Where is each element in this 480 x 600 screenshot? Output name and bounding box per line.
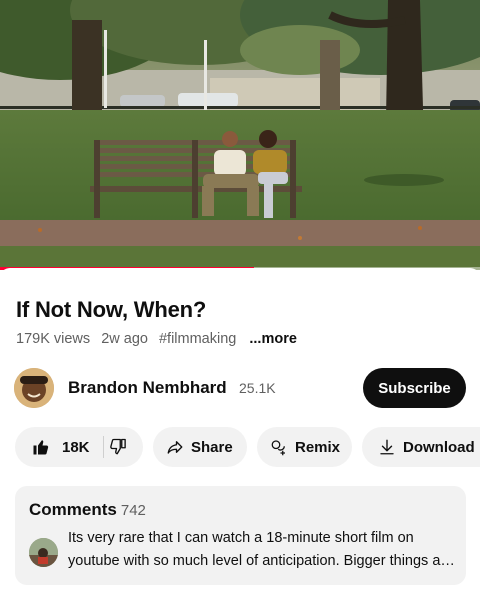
remix-button[interactable]: Remix (257, 427, 352, 467)
channel-row: Brandon Nembhard 25.1K Subscribe (14, 368, 466, 408)
more-button[interactable]: ...more (249, 331, 297, 347)
commenter-avatar (29, 538, 58, 567)
avatar-image (14, 368, 54, 408)
comments-title: Comments (29, 500, 117, 519)
upload-age: 2w ago (101, 331, 148, 347)
top-comment-text: Its very rare that I can watch a 18-minu… (68, 530, 454, 569)
share-button[interactable]: Share (153, 427, 247, 467)
download-label: Download (403, 438, 475, 456)
like-dislike-group: 18K (15, 427, 143, 467)
comments-count: 742 (120, 502, 146, 519)
remix-icon (270, 438, 288, 456)
subscriber-count: 25.1K (239, 380, 276, 396)
hashtag-link[interactable]: #filmmaking (159, 331, 236, 347)
share-label: Share (191, 438, 233, 456)
like-button[interactable]: 18K (15, 427, 102, 467)
dislike-button[interactable] (109, 427, 143, 467)
download-icon (378, 438, 396, 456)
video-title: If Not Now, When? (16, 297, 207, 322)
commenter-avatar-image (29, 538, 58, 567)
remix-label: Remix (295, 438, 341, 456)
video-meta[interactable]: 179K views 2w ago #filmmaking ...more (16, 331, 304, 347)
subscribe-button[interactable]: Subscribe (363, 368, 466, 408)
video-frame (0, 0, 480, 270)
video-player[interactable] (0, 0, 480, 270)
view-count: 179K views (16, 331, 91, 347)
channel-avatar[interactable] (14, 368, 54, 408)
channel-name[interactable]: Brandon Nembhard (68, 378, 227, 398)
comments-heading: Comments 742 (29, 500, 146, 520)
action-bar: 18K Share Remix Download (15, 427, 480, 467)
comments-card[interactable]: Comments 742 Its very rare that I can wat… (15, 486, 466, 585)
thumbs-down-icon (109, 438, 127, 456)
thumbs-up-icon (32, 438, 50, 456)
share-arrow-icon (166, 438, 184, 456)
download-button[interactable]: Download (362, 427, 480, 467)
like-count: 18K (62, 438, 90, 456)
like-divider (103, 436, 104, 458)
